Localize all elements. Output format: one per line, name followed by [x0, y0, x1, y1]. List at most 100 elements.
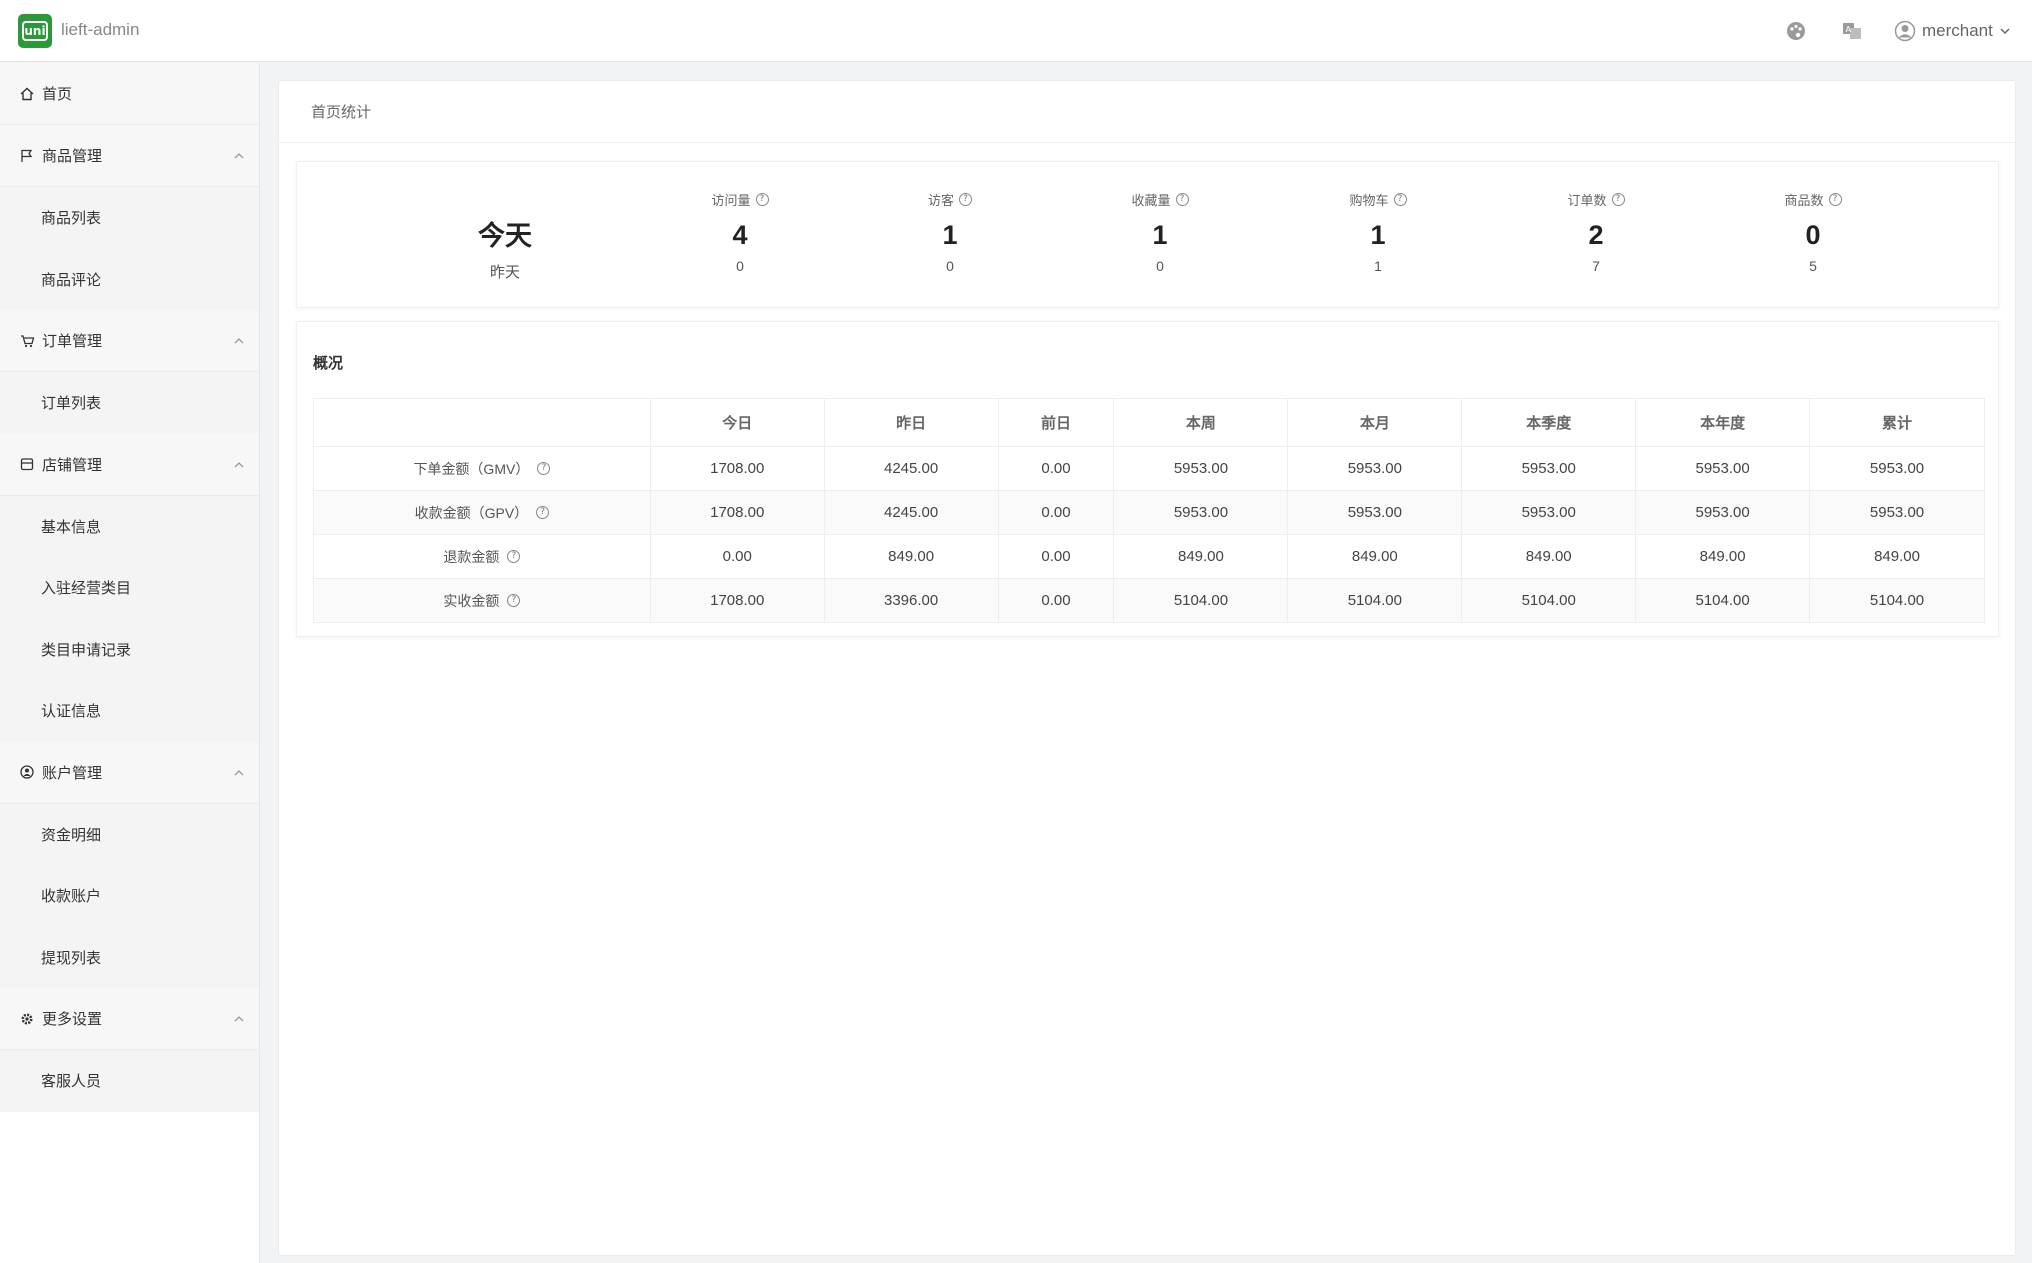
sidebar-group-label: 更多设置 [42, 1011, 103, 1028]
sidebar-item-label: 类目申请记录 [41, 641, 132, 659]
stat-visits: 访问量? 4 0 [670, 190, 810, 274]
sidebar-item-basic-info[interactable]: 基本信息 [0, 495, 259, 557]
app-logo[interactable]: uni [18, 14, 52, 48]
stats-card: 今天 昨天 访问量? 4 0 访客? 1 0 收藏量? 1 0 购物车? 1 1… [296, 161, 1999, 308]
sidebar-group-label: 订单管理 [42, 333, 103, 350]
sidebar-item-certification[interactable]: 认证信息 [0, 680, 259, 742]
help-icon[interactable]: ? [959, 193, 972, 206]
stat-today-value: 0 [1805, 220, 1821, 250]
row-label-cell: 下单金额（GMV）? [313, 446, 651, 491]
sidebar-group-label: 账户管理 [42, 764, 103, 782]
help-icon[interactable]: ? [507, 550, 521, 563]
stat-today-value: 4 [732, 220, 748, 250]
row-label-cell: 退款金额? [313, 534, 651, 579]
user-menu[interactable]: merchant [1894, 17, 2011, 45]
sidebar-item-label: 入驻经营类目 [41, 580, 132, 598]
yesterday-label: 昨天 [489, 264, 520, 281]
table-header: 今日 [649, 398, 825, 447]
table-header: 本年度 [1635, 398, 1811, 447]
chevron-up-icon [233, 332, 245, 349]
table-cell: 5953.00 [1287, 490, 1463, 535]
sidebar-item-category-applications[interactable]: 类目申请记录 [0, 618, 259, 680]
date-labels: 今天 昨天 [465, 214, 545, 282]
help-icon[interactable]: ? [1828, 193, 1842, 206]
sidebar-group-account[interactable]: 账户管理 [0, 741, 259, 804]
sidebar-item-home[interactable]: 首页 [0, 63, 259, 125]
app-title[interactable]: lieft-admin [61, 20, 139, 40]
table-cell: 849.00 [1635, 534, 1811, 579]
table-cell: 0.00 [997, 490, 1115, 535]
main-content: 首页统计 今天 昨天 访问量? 4 0 访客? 1 0 收藏量? 1 0 购物车… [278, 80, 2016, 1256]
table-cell: 4245.00 [823, 446, 999, 491]
sidebar-item-label: 资金明细 [41, 826, 102, 844]
table-cell: 5953.00 [1809, 446, 1985, 491]
table-cell: 5953.00 [1113, 446, 1289, 491]
sidebar-item-label: 订单列表 [41, 395, 102, 413]
translate-icon[interactable]: A [1840, 19, 1864, 43]
table-cell: 5104.00 [1113, 578, 1289, 623]
sidebar-item-label: 收款账户 [41, 888, 102, 906]
sidebar-group-orders[interactable]: 订单管理 [0, 310, 259, 372]
table-header-row: 今日 昨日 前日 本周 本月 本季度 本年度 累计 [313, 398, 1985, 447]
top-header: uni lieft-admin A merchant [0, 0, 2032, 62]
stat-yesterday-value: 0 [1156, 258, 1164, 274]
table-header: 昨日 [823, 398, 999, 447]
help-icon[interactable]: ? [755, 193, 769, 206]
table-cell: 1708.00 [649, 446, 825, 491]
stat-products: 商品数? 0 5 [1743, 190, 1883, 274]
table-cell: 4245.00 [823, 490, 999, 535]
sidebar-group-label: 店铺管理 [42, 456, 103, 474]
sidebar-item-fund-details[interactable]: 资金明细 [0, 803, 259, 865]
help-icon[interactable]: ? [536, 506, 550, 519]
sidebar-item-business-category[interactable]: 入驻经营类目 [0, 557, 259, 619]
table-cell: 5953.00 [1287, 446, 1463, 491]
stat-title: 访问量 [711, 193, 751, 208]
help-icon[interactable]: ? [1393, 193, 1407, 206]
table-header: 本月 [1287, 398, 1463, 447]
sidebar-item-order-list[interactable]: 订单列表 [0, 372, 259, 434]
sidebar-group-shop[interactable]: 店铺管理 [0, 433, 259, 496]
sidebar-item-label: 商品评论 [41, 271, 102, 289]
table-cell: 5953.00 [1635, 490, 1811, 535]
sidebar-item-goods-list[interactable]: 商品列表 [0, 187, 259, 249]
sidebar-group-settings[interactable]: 更多设置 [0, 988, 259, 1050]
row-label-cell: 实收金额? [313, 578, 651, 623]
table-cell: 849.00 [1287, 534, 1463, 579]
sidebar-item-label: 基本信息 [41, 518, 102, 536]
sidebar-item-label: 客服人员 [41, 1073, 102, 1091]
sidebar-group-goods[interactable]: 商品管理 [0, 125, 259, 187]
help-icon[interactable]: ? [537, 462, 551, 475]
help-icon[interactable]: ? [1611, 193, 1625, 206]
table-cell: 5104.00 [1461, 578, 1637, 623]
table-header: 累计 [1809, 398, 1985, 447]
user-avatar-icon [1894, 20, 1916, 42]
palette-icon[interactable] [1784, 19, 1808, 43]
stat-cart: 购物车? 1 1 [1308, 190, 1448, 274]
table-cell: 5953.00 [1113, 490, 1289, 535]
svg-text:A: A [1846, 25, 1852, 34]
flag-icon [18, 147, 36, 165]
cart-icon [18, 332, 36, 350]
sidebar-item-withdrawal-list[interactable]: 提现列表 [0, 926, 259, 988]
stat-favorites: 收藏量? 1 0 [1090, 190, 1230, 274]
row-label-cell: 收款金额（GPV）? [313, 490, 651, 535]
sidebar-item-label: 商品列表 [41, 210, 102, 228]
gear-icon [18, 1010, 36, 1028]
sidebar-item-goods-comments[interactable]: 商品评论 [0, 248, 259, 310]
table-header: 本季度 [1461, 398, 1637, 447]
sidebar-item-customer-service[interactable]: 客服人员 [0, 1050, 259, 1112]
table-row: 实收金额? 1708.00 3396.00 0.00 5104.00 5104.… [313, 578, 1985, 623]
user-name: merchant [1922, 21, 1993, 40]
stat-title: 商品数 [1784, 193, 1824, 208]
help-icon[interactable]: ? [507, 594, 521, 607]
overview-table: 今日 昨日 前日 本周 本月 本季度 本年度 累计 下单金额（GMV）? 170… [313, 398, 1985, 623]
sidebar-item-payee-account[interactable]: 收款账户 [0, 865, 259, 927]
stat-yesterday-value: 1 [1374, 258, 1382, 274]
table-cell: 849.00 [1113, 534, 1289, 579]
today-label: 今天 [478, 221, 532, 251]
table-cell: 5953.00 [1461, 490, 1637, 535]
table-cell: 5953.00 [1809, 490, 1985, 535]
stat-title: 访客 [927, 193, 954, 208]
chevron-up-icon [233, 456, 245, 473]
help-icon[interactable]: ? [1175, 193, 1189, 206]
